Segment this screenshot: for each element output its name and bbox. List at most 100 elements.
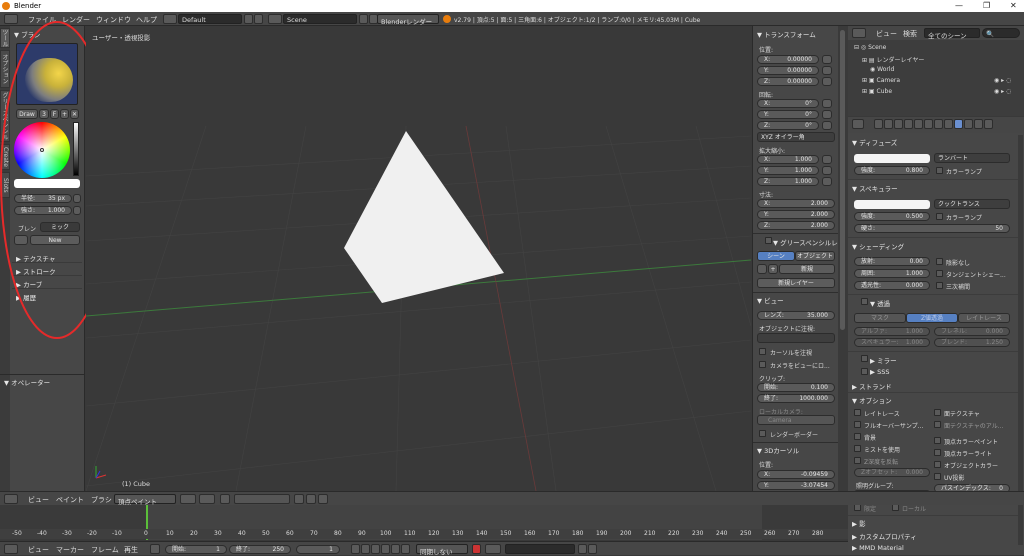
properties-scrollbar[interactable] xyxy=(1018,135,1023,545)
next-keyframe-icon[interactable] xyxy=(391,544,400,554)
fresnel-field[interactable]: フレネル: 0.000 xyxy=(934,327,1010,336)
close-icon[interactable]: ✕ xyxy=(1010,1,1017,10)
remove-layout-icon[interactable] xyxy=(254,14,263,24)
minimize-icon[interactable]: — xyxy=(955,1,963,10)
option-checkbox[interactable] xyxy=(854,433,861,440)
editor-type-icon[interactable] xyxy=(852,119,864,129)
outliner-view-menu[interactable]: ビュー xyxy=(876,29,897,39)
cursor-y-field[interactable]: Y: -3.07454 xyxy=(757,481,835,490)
insert-keyframe-icon[interactable] xyxy=(578,544,587,554)
start-frame-field[interactable]: 開始: 1 xyxy=(165,545,227,554)
brush-users-count[interactable]: 3 xyxy=(39,109,49,119)
view-panel-header[interactable]: ▼ ビュー xyxy=(757,295,784,305)
outliner-filter-select[interactable]: 全てのシーン xyxy=(924,28,980,40)
diffuse-color[interactable] xyxy=(854,154,930,163)
color-wheel[interactable] xyxy=(14,122,70,178)
timeline-marker-menu[interactable]: マーカー xyxy=(56,545,84,555)
specular-shader-select[interactable]: クックトランス xyxy=(934,199,1010,209)
radius-pressure-icon[interactable] xyxy=(73,194,81,203)
clip-end-field[interactable]: 終了: 1000.000 xyxy=(757,394,835,403)
cubic-interpolation-checkbox[interactable] xyxy=(936,282,943,289)
specular-intensity-field[interactable]: 強度: 0.500 xyxy=(854,212,930,221)
cursor-x-field[interactable]: X: -0.09459 xyxy=(757,470,835,479)
brush-fake-user-button[interactable]: F xyxy=(50,109,59,119)
dimension-y-field[interactable]: Y: 2.000 xyxy=(757,210,835,219)
diffuse-header[interactable]: ▼ ディフューズ xyxy=(852,137,897,147)
ambient-field[interactable]: 周囲: 1.000 xyxy=(854,269,930,278)
remove-brush-icon[interactable]: ✕ xyxy=(70,109,79,119)
blend-mode-select[interactable]: ミック xyxy=(40,222,80,232)
constraints-tab-icon[interactable] xyxy=(924,119,933,129)
lock-object-field[interactable] xyxy=(757,333,835,343)
outliner-item-camera[interactable]: ⊞ ▣ Camera xyxy=(862,77,900,84)
scene-tab-icon[interactable] xyxy=(894,119,903,129)
outliner-search-menu[interactable]: 検索 xyxy=(903,29,917,39)
editor-type-icon[interactable] xyxy=(4,544,18,554)
transparency-ztrans-tab[interactable]: Z値透過 xyxy=(906,313,958,323)
lock-icon[interactable] xyxy=(822,121,832,130)
render-border-checkbox[interactable] xyxy=(759,430,766,437)
gp-new-layer-button[interactable]: 新規レイヤー xyxy=(757,278,835,288)
tangent-shading-checkbox[interactable] xyxy=(936,270,943,277)
specular-alpha-field[interactable]: スペキュラー: 1.000 xyxy=(854,338,930,347)
option-checkbox[interactable] xyxy=(854,445,861,452)
strength-pressure-icon[interactable] xyxy=(73,206,81,215)
add-scene-icon[interactable] xyxy=(359,14,368,24)
transparency-mask-tab[interactable]: マスク xyxy=(854,313,906,323)
shadow-header[interactable]: ▶ 影 xyxy=(852,518,866,528)
visibility-eye-icon[interactable]: ◉ ▸ ◌ xyxy=(994,77,1011,84)
menu-help[interactable]: ヘルプ xyxy=(136,15,157,25)
viewport-view-menu[interactable]: ビュー xyxy=(28,495,49,505)
local-checkbox[interactable] xyxy=(892,504,899,511)
tab-options[interactable]: オプション xyxy=(0,50,10,88)
option-checkbox[interactable] xyxy=(934,409,941,416)
mode-select[interactable]: 頂点ペイント xyxy=(114,494,176,506)
editor-type-icon[interactable] xyxy=(4,14,18,24)
add-layout-icon[interactable] xyxy=(244,14,253,24)
strand-header[interactable]: ▶ ストランド xyxy=(852,381,892,391)
value-slider[interactable] xyxy=(73,122,79,176)
color-swatch[interactable] xyxy=(14,179,80,188)
dimension-x-field[interactable]: X: 2.000 xyxy=(757,199,835,208)
rotation-z-field[interactable]: Z: 0° xyxy=(757,121,819,130)
lock-icon[interactable] xyxy=(822,66,832,75)
render-anim-icon[interactable] xyxy=(318,494,328,504)
keying-set-field[interactable] xyxy=(505,544,575,554)
location-x-field[interactable]: X: 0.00000 xyxy=(757,55,819,64)
brush-panel-header[interactable]: ▼ ブラシ xyxy=(14,29,40,39)
menu-render[interactable]: レンダー xyxy=(62,15,90,25)
maximize-icon[interactable]: ❐ xyxy=(983,1,990,10)
lock-icon[interactable] xyxy=(822,166,832,175)
mirror-header[interactable]: ▶ ミラー xyxy=(852,355,897,365)
scale-x-field[interactable]: X: 1.000 xyxy=(757,155,819,164)
outliner-item-world[interactable]: ◉ World xyxy=(870,66,894,73)
tab-slots[interactable]: Slots xyxy=(0,172,10,198)
specular-header[interactable]: ▼ スペキュラー xyxy=(852,183,898,193)
lock-layers-icon[interactable] xyxy=(294,494,304,504)
add-icon[interactable]: + xyxy=(768,264,778,274)
play-reverse-icon[interactable] xyxy=(371,544,380,554)
particles-tab-icon[interactable] xyxy=(974,119,983,129)
option-checkbox[interactable] xyxy=(934,449,941,456)
keying-set-icon[interactable] xyxy=(485,544,501,554)
lock-icon[interactable] xyxy=(822,99,832,108)
npanel-scrollbar[interactable] xyxy=(838,26,848,491)
radius-field[interactable]: 半径: 35 px xyxy=(14,194,72,203)
option-checkbox[interactable] xyxy=(934,473,941,480)
emit-field[interactable]: 放射: 0.00 xyxy=(854,257,930,266)
rotation-y-field[interactable]: Y: 0° xyxy=(757,110,819,119)
lens-field[interactable]: レンズ: 35.000 xyxy=(757,311,835,320)
location-y-field[interactable]: Y: 0.00000 xyxy=(757,66,819,75)
transparency-raytrace-tab[interactable]: レイトレース xyxy=(958,313,1010,323)
jump-end-icon[interactable] xyxy=(401,544,410,554)
exclusive-checkbox[interactable] xyxy=(854,504,861,511)
dimension-z-field[interactable]: Z: 2.000 xyxy=(757,221,835,230)
visibility-eye-icon[interactable]: ◉ ▸ ◌ xyxy=(994,88,1011,95)
scale-z-field[interactable]: Z: 1.000 xyxy=(757,177,819,186)
cube-mesh[interactable] xyxy=(344,131,504,303)
tab-grease-pencil[interactable]: グリースペンシル xyxy=(0,90,10,142)
local-camera-field[interactable]: Camera xyxy=(757,415,835,425)
layout-icon[interactable] xyxy=(163,14,177,24)
lock-icon[interactable] xyxy=(822,55,832,64)
delete-keyframe-icon[interactable] xyxy=(588,544,597,554)
